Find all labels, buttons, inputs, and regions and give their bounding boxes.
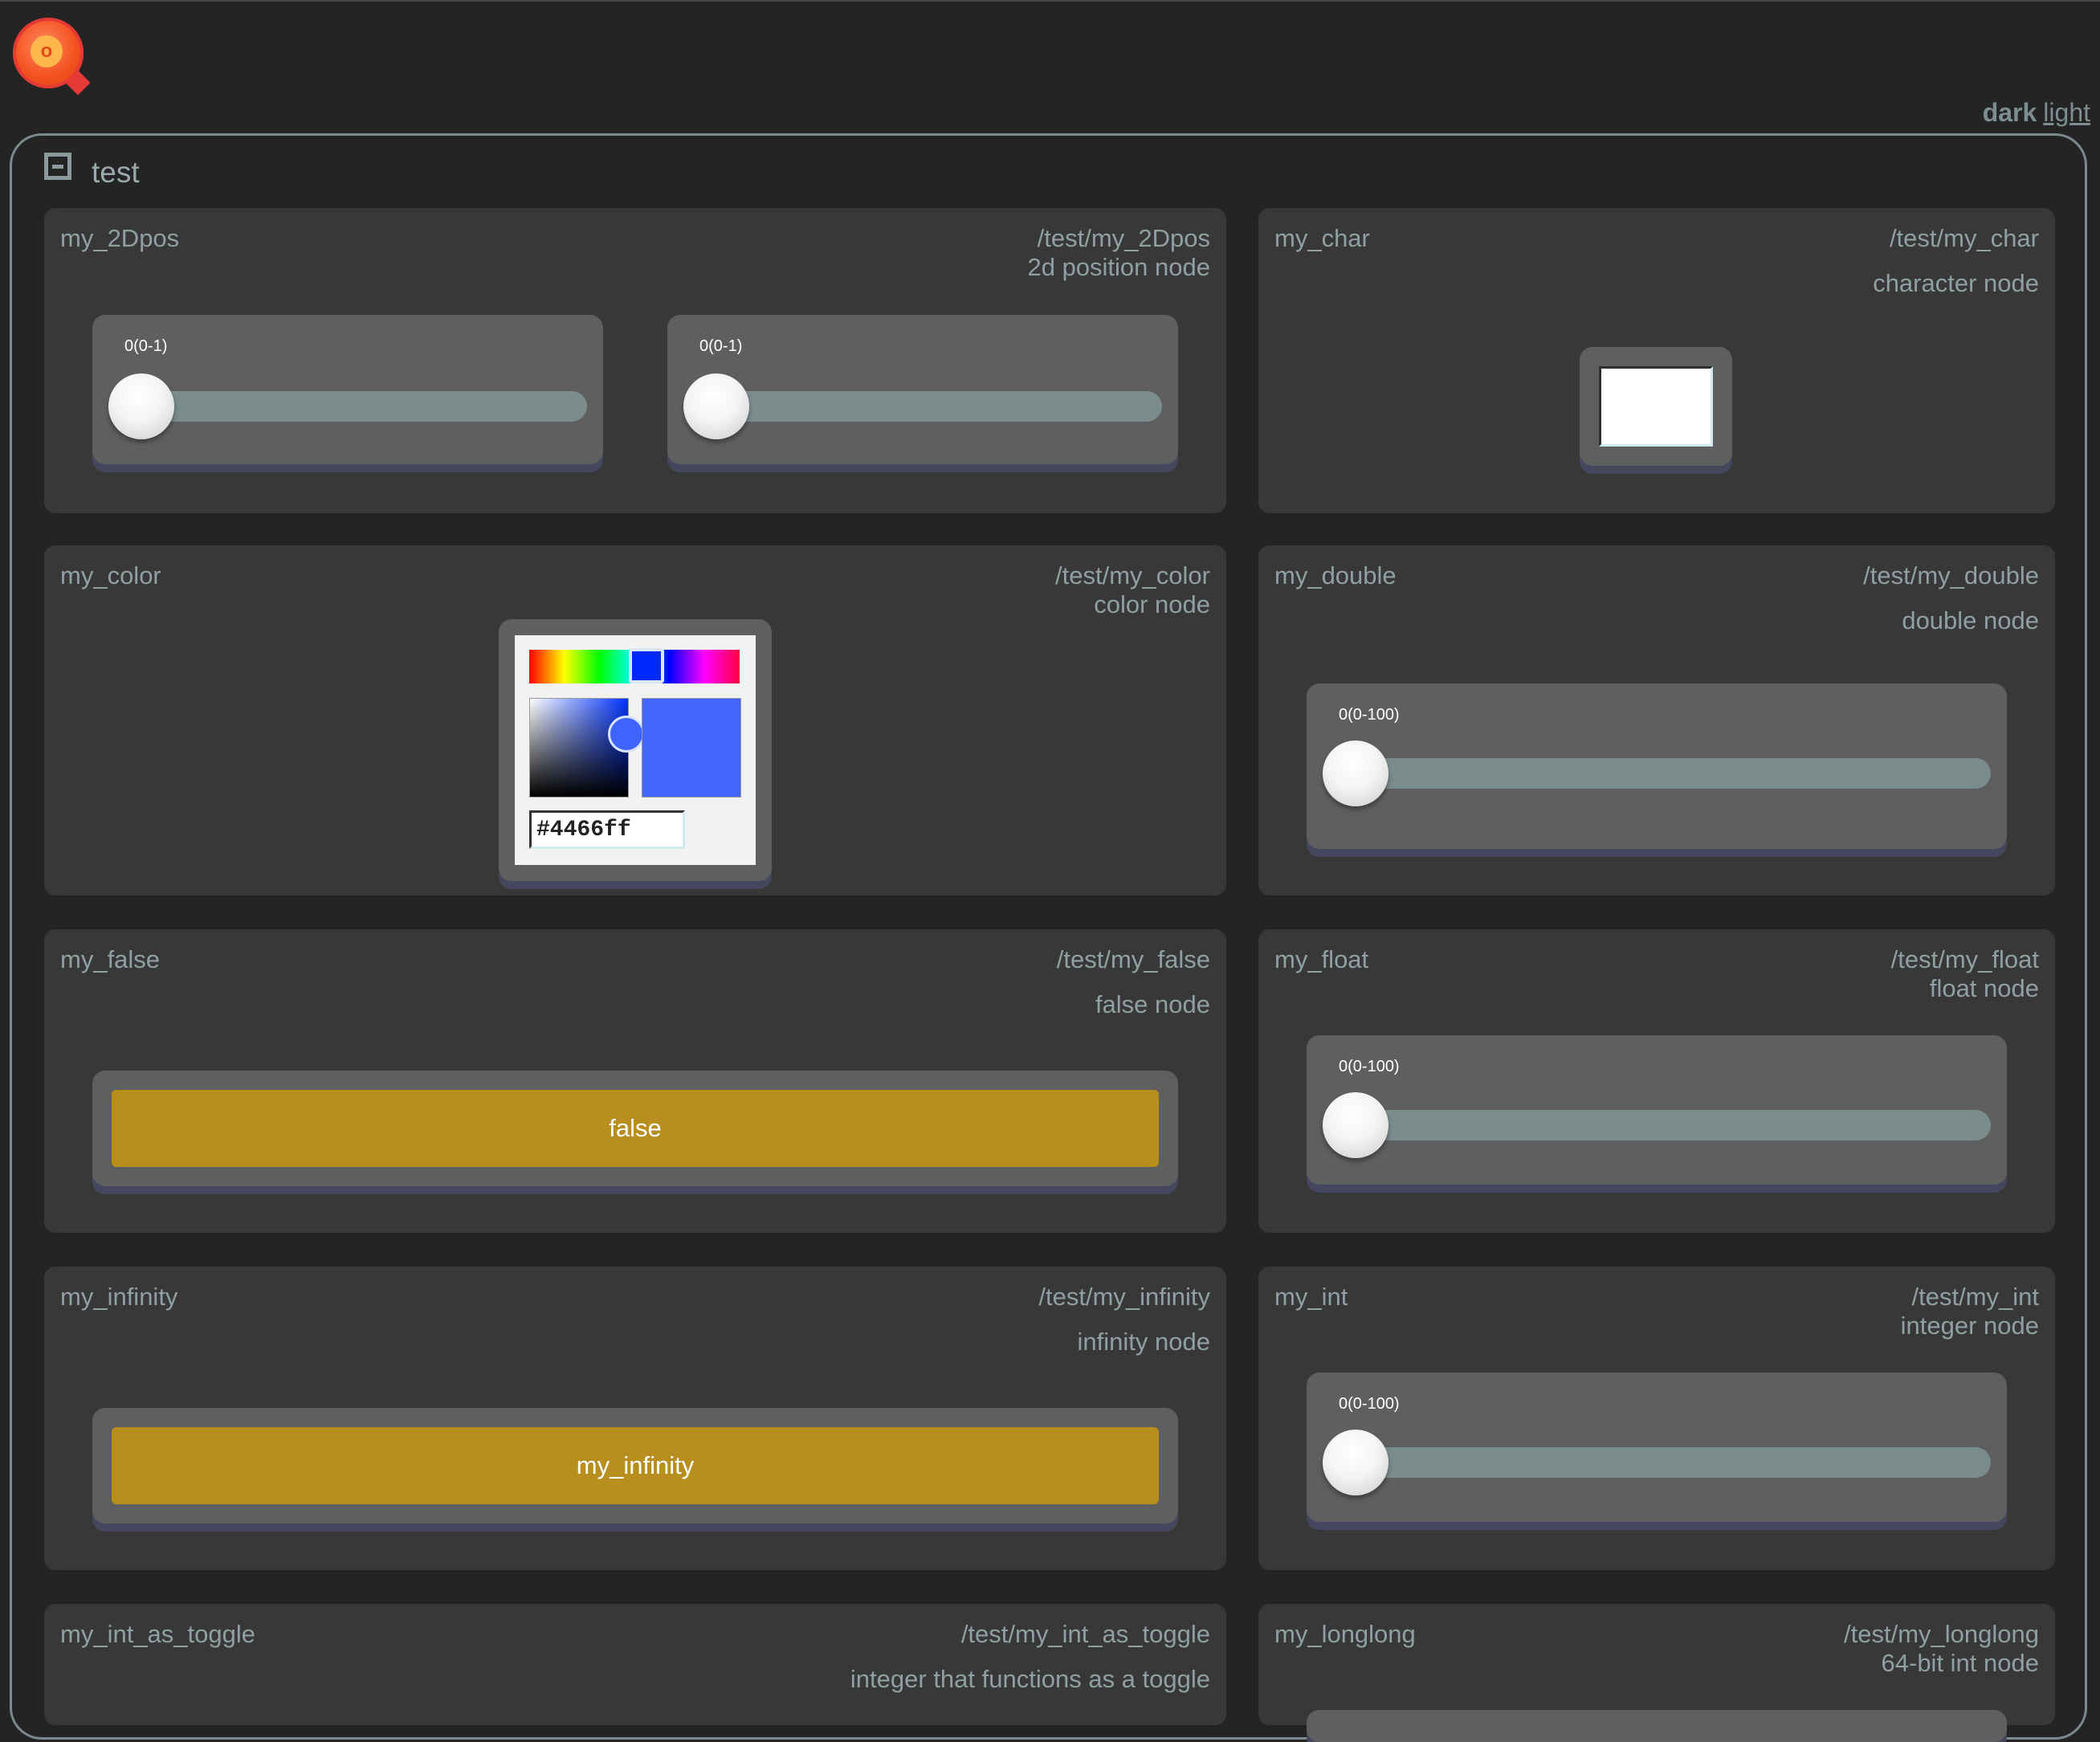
node-description: integer node (1900, 1312, 2039, 1340)
node-card-my-float: my_float /test/my_float float node 0(0-1… (1258, 929, 2055, 1233)
node-path: /test/my_float (1890, 945, 2039, 973)
color-widget: #4466ff (499, 619, 772, 881)
slider-label: 0(0-1) (124, 337, 168, 355)
node-path: /test/my_color (1055, 561, 1210, 590)
node-name: my_longlong (1274, 1620, 1416, 1648)
slider-widget-x: 0(0-1) (92, 315, 603, 464)
slider-track[interactable] (1355, 1110, 1991, 1140)
slider-knob[interactable] (108, 373, 174, 439)
theme-switch: dark light (1983, 98, 2090, 128)
slider-knob[interactable] (1323, 1092, 1388, 1158)
hex-input[interactable]: #4466ff (529, 810, 685, 849)
node-path: /test/my_int_as_toggle (960, 1620, 1210, 1648)
slider-widget: 0(0-100) (1307, 1035, 2007, 1185)
node-card-my-char: my_char /test/my_char character node (1258, 208, 2055, 513)
button-widget: my_infinity (92, 1408, 1178, 1524)
button-widget: false (92, 1071, 1178, 1186)
slider-label: 0(0-100) (1339, 1395, 1400, 1413)
slider-knob[interactable] (683, 373, 749, 439)
node-path: /test/my_double (1863, 561, 2039, 590)
node-description: character node (1873, 269, 2039, 297)
slider-track[interactable] (1355, 1447, 1991, 1478)
slider-label: 0(0-1) (699, 337, 743, 355)
slider-widget (1307, 1710, 2007, 1742)
slider-widget-y: 0(0-1) (667, 315, 1178, 464)
node-name: my_infinity (60, 1283, 178, 1311)
node-name: my_char (1274, 224, 1370, 252)
node-description: float node (1929, 974, 2039, 1002)
node-name: my_float (1274, 945, 1369, 973)
node-path: /test/my_infinity (1038, 1283, 1210, 1311)
false-button[interactable]: false (112, 1090, 1159, 1167)
slider-label: 0(0-100) (1339, 1058, 1400, 1075)
node-name: my_double (1274, 561, 1397, 590)
node-description: 64-bit int node (1881, 1649, 2039, 1677)
app-logo-icon: o (13, 18, 91, 96)
slider-knob[interactable] (1323, 1430, 1388, 1495)
slider-label: 0(0-100) (1339, 706, 1400, 724)
node-card-my-color: my_color /test/my_color color node #4466… (44, 545, 1226, 895)
node-description: double node (1902, 606, 2039, 634)
infinity-button[interactable]: my_infinity (112, 1427, 1159, 1504)
node-path: /test/my_char (1889, 224, 2039, 252)
node-name: my_2Dpos (60, 224, 180, 252)
color-picker: #4466ff (515, 635, 756, 865)
node-name: my_color (60, 561, 161, 590)
node-card-my-double: my_double /test/my_double double node 0(… (1258, 545, 2055, 895)
node-description: infinity node (1077, 1328, 1210, 1356)
theme-dark-link[interactable]: dark (1983, 98, 2037, 127)
node-path: /test/my_2Dpos (1037, 224, 1210, 252)
node-description: 2d position node (1027, 253, 1210, 281)
node-card-my-2dpos: my_2Dpos /test/my_2Dpos 2d position node… (44, 208, 1226, 513)
slider-widget: 0(0-100) (1307, 683, 2007, 849)
node-path: /test/my_int (1911, 1283, 2040, 1311)
color-swatch (642, 698, 741, 798)
node-path: /test/my_false (1056, 945, 1210, 973)
group-title: test (92, 156, 140, 189)
slider-widget: 0(0-100) (1307, 1373, 2007, 1522)
slider-track[interactable] (716, 391, 1162, 422)
node-card-my-int-as-toggle: my_int_as_toggle /test/my_int_as_toggle … (44, 1604, 1226, 1725)
slider-knob[interactable] (1323, 740, 1388, 806)
saturation-value-handle[interactable] (608, 716, 645, 753)
top-border (0, 0, 2100, 2)
node-card-my-infinity: my_infinity /test/my_infinity infinity n… (44, 1267, 1226, 1570)
node-card-my-int: my_int /test/my_int integer node 0(0-100… (1258, 1267, 2055, 1570)
node-name: my_int_as_toggle (60, 1620, 255, 1648)
slider-track[interactable] (141, 391, 587, 422)
node-description: color node (1094, 590, 1210, 618)
char-widget (1580, 347, 1732, 466)
node-description: integer that functions as a toggle (850, 1665, 1210, 1693)
char-input[interactable] (1599, 366, 1713, 447)
node-card-my-longlong: my_longlong /test/my_longlong 64-bit int… (1258, 1604, 2055, 1742)
hue-handle[interactable] (629, 648, 664, 683)
node-description: false node (1095, 990, 1210, 1018)
node-card-my-false: my_false /test/my_false false node false (44, 929, 1226, 1233)
node-path: /test/my_longlong (1844, 1620, 2039, 1648)
collapse-icon[interactable] (44, 153, 71, 180)
theme-light-link[interactable]: light (2043, 98, 2090, 127)
node-name: my_int (1274, 1283, 1348, 1311)
slider-track[interactable] (1355, 758, 1991, 789)
node-name: my_false (60, 945, 161, 973)
